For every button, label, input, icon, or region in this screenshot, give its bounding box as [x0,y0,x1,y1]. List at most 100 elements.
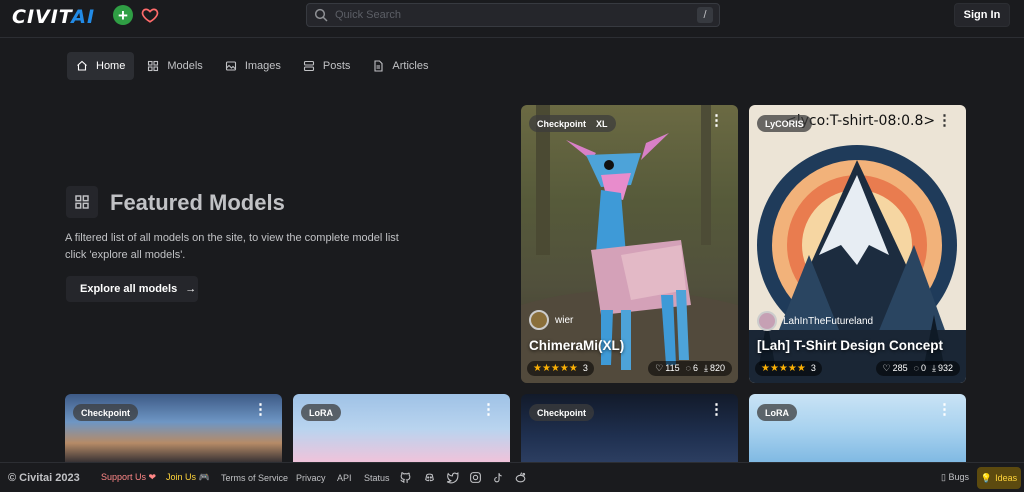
model-card[interactable]: LoRA ⋮ [749,394,966,464]
bugs-label: Bugs [948,472,969,482]
downloads-count: 932 [937,363,953,373]
card-title: ChimeraMi(XL) [529,338,625,353]
avatar [529,310,549,330]
model-card[interactable]: Checkpoint ⋮ [521,394,738,464]
rating-count: 3 [810,363,816,373]
card-menu-kebab-icon[interactable]: ⋮ [481,402,496,417]
search-icon [314,8,328,22]
card-menu-kebab-icon[interactable]: ⋮ [937,402,952,417]
likes-count: 115 [665,363,680,373]
card-creator[interactable]: LahInTheFutureland [757,311,873,331]
comments-stat: ◌ 6 [686,363,698,373]
comment-icon: ◌ [913,363,919,373]
card-menu-kebab-icon[interactable]: ⋮ [709,402,724,417]
nav-posts[interactable]: Posts [294,52,360,80]
model-type-badge: LyCORIS [757,115,812,132]
create-plus-button[interactable]: + [113,5,133,25]
tiktok-icon[interactable] [492,471,505,484]
logo-main: CIVIT [12,6,72,28]
badge-type-label: LyCORIS [765,118,804,129]
arrow-right-icon: → [185,283,197,295]
nav-models[interactable]: Models [138,52,211,80]
grid-icon [75,195,89,209]
posts-icon [303,60,314,72]
sign-in-button[interactable]: Sign In [954,3,1010,27]
downloads-stat: ⤓ 932 [932,363,953,374]
card-menu-kebab-icon[interactable]: ⋮ [253,402,268,417]
footer: © Civitai 2023 Support Us ❤ Join Us 🎮 Te… [0,462,1024,492]
engagement-counts: ♡ 115 ◌ 6 ⤓ 820 [648,360,732,376]
model-card[interactable]: LoRA ⋮ [293,394,510,464]
instagram-icon[interactable] [469,471,482,484]
github-icon[interactable] [399,471,412,484]
plus-icon: + [118,5,128,25]
explore-label: Explore all models [80,283,178,295]
star-icon: ★★★★★ [533,362,578,374]
nav-articles[interactable]: Articles [363,52,437,80]
comments-stat: ◌ 0 [914,363,926,373]
model-type-badge: LoRA [757,404,797,421]
model-type-badge: Checkpoint [73,404,139,421]
join-us-link[interactable]: Join Us 🎮 [166,472,210,483]
featured-title: Featured Models [110,190,285,215]
nav-images-label: Images [244,60,281,72]
comment-icon: ◌ [685,363,691,373]
download-icon: ⤓ [703,362,708,373]
heart-icon [141,8,159,23]
nav-models-label: Models [167,60,203,72]
article-icon [374,60,383,72]
twitter-icon[interactable] [446,471,459,484]
nav-home-label: Home [96,60,126,72]
top-header: CIVITAI + / Sign In [0,0,1024,38]
nav-images[interactable]: Images [216,52,290,80]
home-icon [77,60,87,71]
ideas-button[interactable]: 💡 Ideas [977,467,1021,489]
card-creator[interactable]: wier [529,310,573,330]
bulb-icon: 💡 [980,472,993,483]
downloads-stat: ⤓ 820 [704,363,725,374]
comments-count: 0 [920,363,926,373]
engagement-counts: ♡ 285 ◌ 0 ⤓ 932 [875,360,960,376]
avatar [757,311,777,331]
civitai-logo[interactable]: CIVITAI [12,6,95,28]
model-card-tshirt-design[interactable]: <lyco:T-shirt-08:0.8> LyCORIS ⋮ LahInThe… [749,105,966,383]
rating-count: 3 [582,363,588,373]
heart-outline-icon: ♡ [655,362,664,373]
bugs-link[interactable]: ▯ Bugs [941,472,969,483]
download-icon: ⤓ [931,362,936,373]
status-link[interactable]: Status [364,473,390,483]
badge-type-label: Checkpoint [537,118,587,129]
explore-all-models-button[interactable]: Explore all models → [66,276,198,302]
nav-articles-label: Articles [392,60,429,72]
rating: ★★★★★ 3 [755,360,822,376]
model-card[interactable]: Checkpoint ⋮ [65,394,282,464]
featured-description: A filtered list of all models on the sit… [65,232,399,261]
api-link[interactable]: API [337,473,352,483]
likes-stat: ♡ 115 [655,363,679,374]
reddit-icon[interactable] [514,471,527,484]
nav-posts-label: Posts [322,60,351,72]
card-title: [Lah] T-Shirt Design Concept [757,338,944,353]
heart-outline-icon: ♡ [882,362,891,373]
privacy-link[interactable]: Privacy [296,473,326,483]
support-heart-button[interactable] [139,4,161,26]
card-menu-kebab-icon[interactable]: ⋮ [937,113,952,128]
model-type-badge: Checkpoint [529,404,595,421]
model-type-badge: LoRA [301,404,341,421]
quick-search-bar[interactable]: / [306,3,720,27]
ideas-label: Ideas [995,473,1018,483]
terms-link[interactable]: Terms of Service [221,473,288,483]
nav-home[interactable]: Home [67,52,135,80]
discord-icon[interactable] [423,471,436,484]
card-menu-kebab-icon[interactable]: ⋮ [709,113,724,128]
featured-icon-box [66,186,98,218]
support-us-link[interactable]: Support Us ❤ [101,472,156,483]
photo-icon [225,61,236,71]
search-input[interactable] [335,9,675,21]
model-card-chimerami[interactable]: Checkpoint XL ⋮ wier ChimeraMi(XL) ★★★★★ … [521,105,738,383]
grid-icon [148,60,159,72]
logo-accent: AI [71,6,96,28]
likes-count: 285 [892,363,908,373]
likes-stat: ♡ 285 [883,363,908,374]
model-type-badge: Checkpoint XL [529,115,616,132]
